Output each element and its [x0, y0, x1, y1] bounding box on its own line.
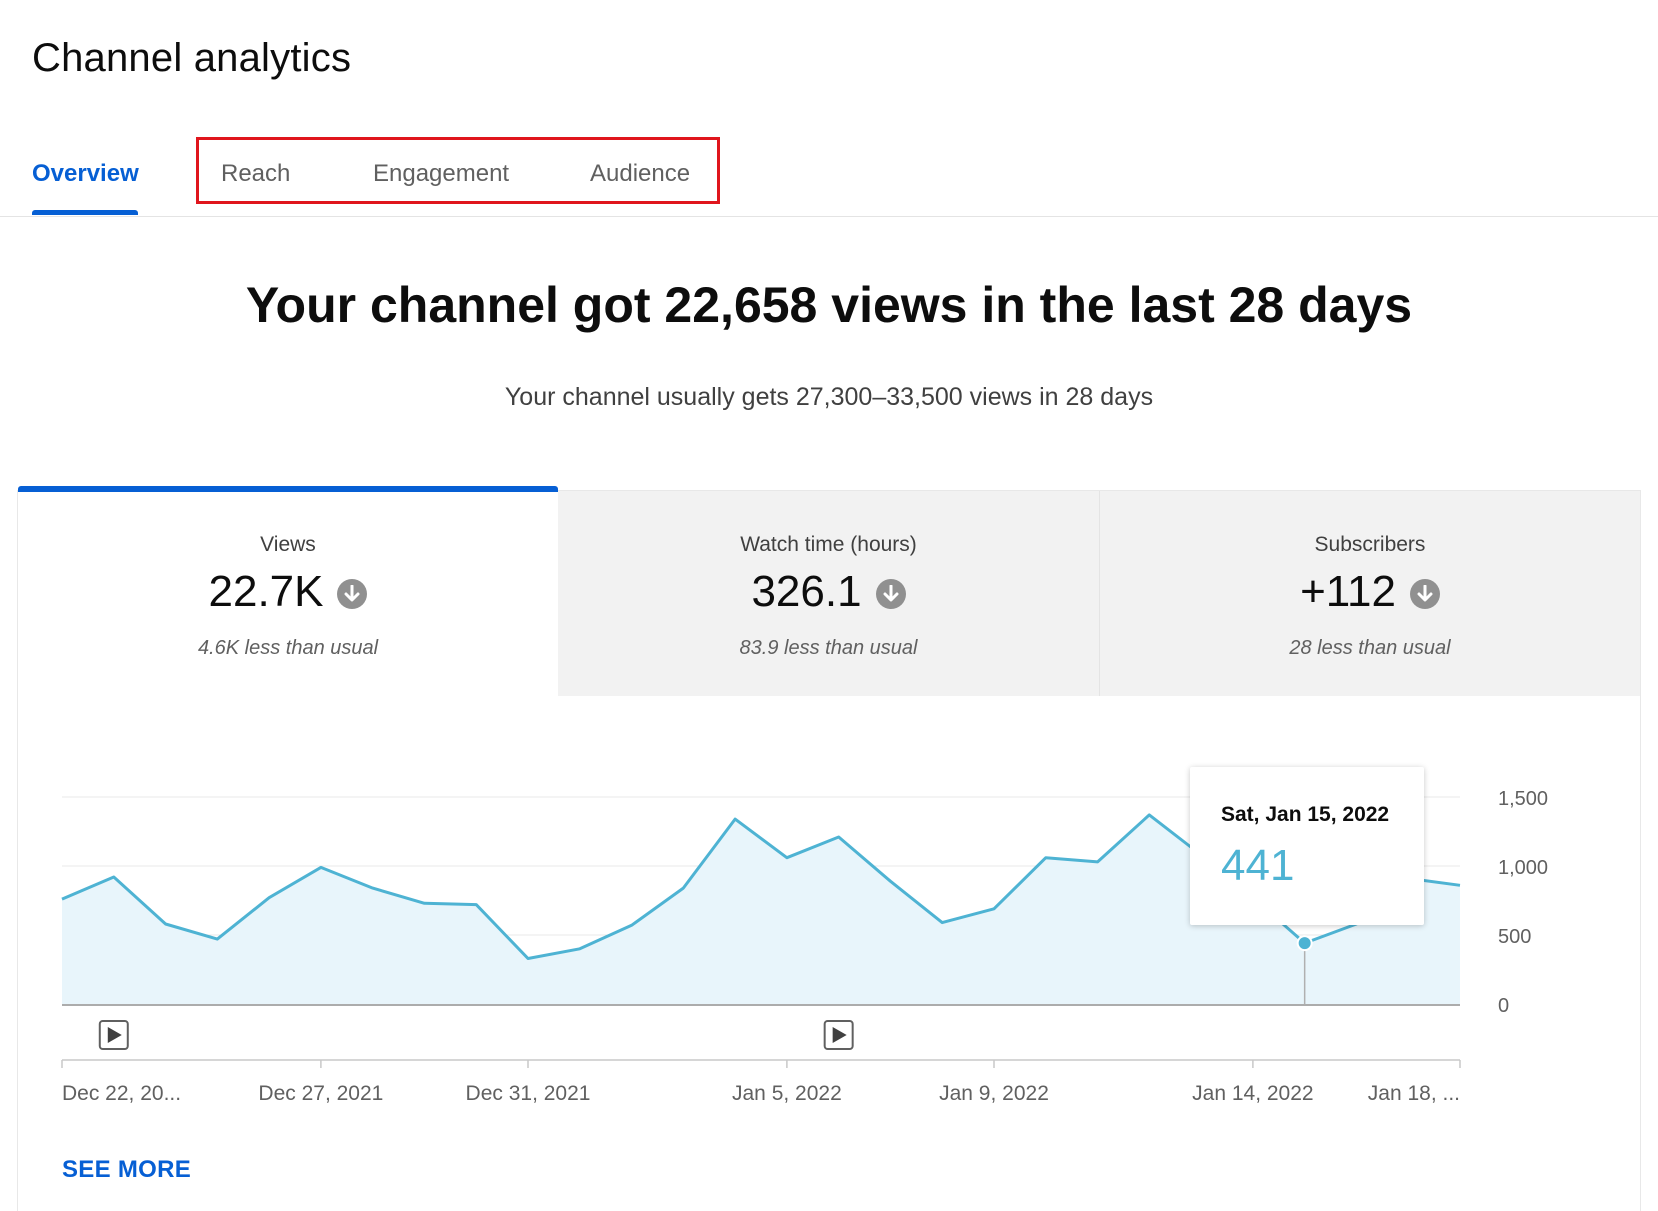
y-axis-ticks: 1,500 1,000 500 0 [1498, 788, 1548, 1017]
y-tick-label: 1,500 [1498, 788, 1548, 810]
x-tick-label: Jan 18, ... [1368, 1082, 1460, 1105]
x-tick-label: Dec 27, 2021 [258, 1082, 383, 1105]
x-tick-label: Jan 9, 2022 [939, 1082, 1049, 1105]
video-markers [100, 1021, 853, 1049]
views-chart: Dec 22, 20... Dec 27, 2021 Dec 31, 2021 Jan… [0, 0, 1658, 1210]
tooltip-date: Sat, Jan 15, 2022 [1221, 803, 1389, 827]
x-tick-label: Jan 14, 2022 [1192, 1082, 1313, 1105]
tooltip-value: 441 [1221, 841, 1294, 891]
see-more-link[interactable]: SEE MORE [62, 1156, 191, 1184]
play-icon [100, 1021, 128, 1049]
hover-point [1298, 936, 1312, 950]
chart-tooltip: Sat, Jan 15, 2022 441 [1190, 767, 1424, 925]
y-tick-label: 1,000 [1498, 857, 1548, 879]
x-tick-label: Dec 22, 20... [62, 1082, 181, 1105]
y-tick-label: 0 [1498, 995, 1509, 1017]
x-tick-label: Dec 31, 2021 [466, 1082, 591, 1105]
y-tick-label: 500 [1498, 926, 1531, 948]
x-axis-ticks: Dec 22, 20... Dec 27, 2021 Dec 31, 2021 Jan… [62, 1060, 1460, 1105]
play-icon [825, 1021, 853, 1049]
x-tick-label: Jan 5, 2022 [732, 1082, 842, 1105]
